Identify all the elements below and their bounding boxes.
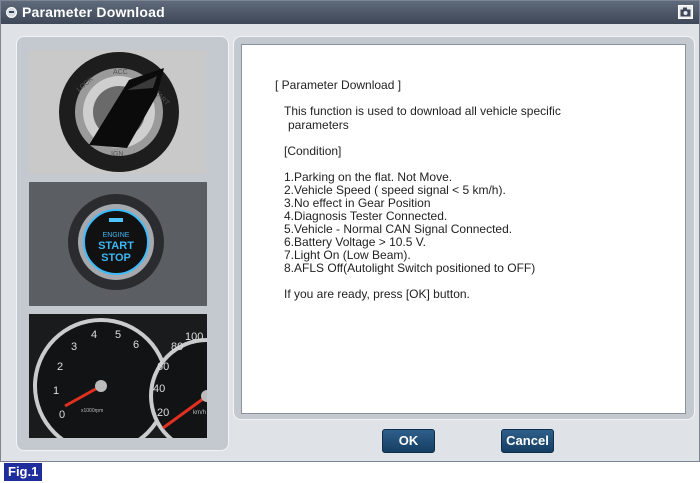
window-menu-icon[interactable] <box>6 7 17 18</box>
parameter-download-window: Parameter Download LOCK ACC START IGN EN… <box>0 0 700 462</box>
screenshot-camera-icon[interactable] <box>678 5 693 19</box>
speed-60: 60 <box>157 361 169 373</box>
tach-unit: x1000rpm <box>81 408 103 414</box>
ready-prompt: If you are ready, press [OK] button. <box>284 287 470 301</box>
ignition-key-photo: LOCK ACC START IGN <box>29 50 207 174</box>
figure-label: Fig.1 <box>4 463 43 481</box>
window-title: Parameter Download <box>22 4 165 20</box>
key-acc-label: ACC <box>113 69 128 76</box>
button-stop-text: STOP <box>101 252 131 264</box>
speed-40: 40 <box>153 383 165 395</box>
dialog-heading: [ Parameter Download ] <box>275 78 402 92</box>
tach-3: 3 <box>71 341 77 353</box>
vehicle-images-panel: LOCK ACC START IGN ENGINE START STOP 0 1… <box>16 36 229 451</box>
speed-80: 80 <box>171 341 183 353</box>
tach-0: 0 <box>59 409 65 421</box>
ok-button[interactable]: OK <box>382 429 435 453</box>
cancel-button[interactable]: Cancel <box>501 429 554 453</box>
button-engine-text: ENGINE <box>103 232 130 239</box>
button-start-text: START <box>98 240 134 252</box>
condition-item: 8.AFLS Off(Autolight Switch positioned t… <box>284 261 536 275</box>
title-bar: Parameter Download <box>1 1 699 24</box>
instrument-cluster-photo: 0 1 2 3 4 5 6 x1000rpm 20 40 60 80 100 k… <box>29 314 207 438</box>
speed-100: 100 <box>185 331 203 343</box>
tach-5: 5 <box>115 329 121 341</box>
message-panel: [ Parameter Download ] This function is … <box>233 36 695 420</box>
key-ign-label: IGN <box>111 151 123 158</box>
speed-unit: km/h <box>193 410 206 416</box>
tach-4: 4 <box>91 329 97 341</box>
tach-1: 1 <box>53 385 59 397</box>
tach-6: 6 <box>133 339 139 351</box>
condition-label: [Condition] <box>284 144 342 158</box>
speed-20: 20 <box>157 407 169 419</box>
start-stop-button-photo: ENGINE START STOP <box>29 182 207 306</box>
dialog-description-line2: parameters <box>288 118 349 132</box>
tach-2: 2 <box>57 361 63 373</box>
dialog-description-line1: This function is used to download all ve… <box>284 104 561 118</box>
message-content: [ Parameter Download ] This function is … <box>241 44 686 414</box>
